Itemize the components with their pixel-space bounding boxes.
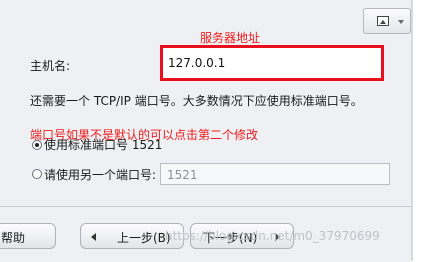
watermark-text: https://blog.csdn.net/m0_37970699 — [165, 229, 380, 243]
chevron-down-icon — [398, 20, 404, 24]
image-icon — [377, 16, 389, 26]
host-label: 主机名: — [30, 59, 71, 73]
server-address-annotation: 服务器地址 — [200, 31, 261, 45]
standard-port-radio[interactable] — [32, 140, 42, 150]
help-button-label: 帮助 — [1, 231, 26, 245]
custom-port-value: 1521 — [167, 168, 198, 182]
custom-port-radio[interactable] — [32, 169, 42, 179]
help-button[interactable]: 帮助 — [0, 223, 56, 249]
back-button-label: 上一步(B) — [117, 231, 171, 245]
host-value: 127.0.0.1 — [168, 56, 226, 70]
custom-port-label[interactable]: 请使用另一个端口号: — [44, 166, 156, 183]
image-menu-button[interactable] — [363, 8, 411, 34]
host-input[interactable]: 127.0.0.1 — [160, 45, 384, 81]
standard-port-label[interactable]: 使用标准端口号 1521 — [44, 136, 162, 153]
panel-border — [411, 0, 413, 261]
custom-port-input[interactable]: 1521 — [160, 163, 390, 185]
port-instruction-text: 还需要一个 TCP/IP 端口号。大多数情况下应使用标准端口号。 — [30, 94, 363, 108]
chevron-left-icon — [91, 233, 96, 241]
